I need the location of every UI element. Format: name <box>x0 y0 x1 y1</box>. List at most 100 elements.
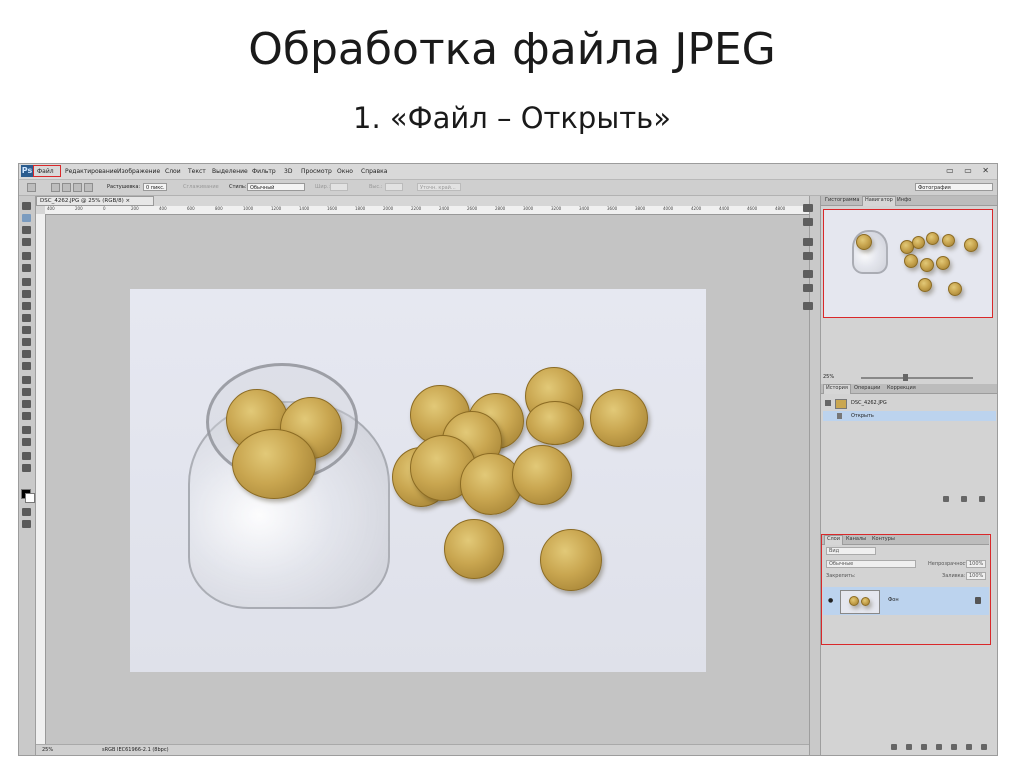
new-layer-icon[interactable] <box>966 744 972 750</box>
intersect-selection-icon[interactable] <box>84 183 93 192</box>
path-select-tool-icon[interactable] <box>22 400 31 408</box>
new-document-icon[interactable] <box>961 496 967 502</box>
coins-jar-photo[interactable] <box>130 289 706 672</box>
menu-image[interactable]: Изображение <box>117 167 160 176</box>
link-layers-icon[interactable] <box>891 744 897 750</box>
hand-tool-icon[interactable] <box>22 452 31 460</box>
eyedropper-tool-icon[interactable] <box>22 264 31 272</box>
coin <box>964 238 978 252</box>
clone-source-icon[interactable] <box>803 252 813 260</box>
color-panel-icon[interactable] <box>803 204 813 212</box>
add-selection-icon[interactable] <box>62 183 71 192</box>
collapsed-panels <box>803 204 817 374</box>
adjustment-layer-icon[interactable] <box>936 744 942 750</box>
zoom-tool-icon[interactable] <box>22 464 31 472</box>
marquee-tool-icon[interactable] <box>22 214 31 222</box>
brush-panel-icon[interactable] <box>803 238 813 246</box>
trash-icon[interactable] <box>979 496 985 502</box>
refine-edge-button[interactable]: Уточн. край... <box>417 183 461 191</box>
quick-mask-icon[interactable] <box>22 508 31 516</box>
dodge-tool-icon[interactable] <box>22 362 31 370</box>
navigator-preview[interactable] <box>823 209 993 318</box>
tab-layers[interactable]: Слои <box>824 535 843 545</box>
right-panels: Гистограмма Навигатор Инфо 25% История О… <box>820 196 997 755</box>
screen-mode-icon[interactable] <box>22 520 31 528</box>
history-brush-tool-icon[interactable] <box>22 314 31 322</box>
options-bar: Растушевка: 0 пикс. Сглаживание Стиль: О… <box>19 180 997 196</box>
type-tool-icon[interactable] <box>22 388 31 396</box>
new-group-icon[interactable] <box>951 744 957 750</box>
zoom-slider[interactable] <box>861 377 973 379</box>
new-selection-icon[interactable] <box>51 183 60 192</box>
menu-edit[interactable]: Редактирование <box>65 167 117 176</box>
ruler-tick: 4000 <box>663 206 674 211</box>
history-snapshot[interactable]: DSC_4262.JPG <box>823 396 996 410</box>
tab-history[interactable]: История <box>823 384 851 394</box>
tab-paths[interactable]: Контуры <box>870 536 897 543</box>
blend-mode-select[interactable]: Обычные <box>826 560 916 568</box>
menu-layers[interactable]: Слои <box>165 167 181 176</box>
tab-histogram[interactable]: Гистограмма <box>823 197 862 204</box>
character-panel-icon[interactable] <box>803 270 813 278</box>
background-color-swatch[interactable] <box>25 493 35 503</box>
coin <box>849 596 859 606</box>
blur-tool-icon[interactable] <box>22 350 31 358</box>
menu-view[interactable]: Просмотр <box>301 167 332 176</box>
gradient-tool-icon[interactable] <box>22 338 31 346</box>
width-input[interactable] <box>330 183 348 191</box>
tools-panel <box>19 196 36 755</box>
brush-icon <box>825 400 831 406</box>
swatches-panel-icon[interactable] <box>803 218 813 226</box>
add-mask-icon[interactable] <box>921 744 927 750</box>
subtract-selection-icon[interactable] <box>73 183 82 192</box>
tab-navigator[interactable]: Навигатор <box>862 196 896 206</box>
clone-stamp-tool-icon[interactable] <box>22 302 31 310</box>
document-tab[interactable]: DSC_4262.JPG @ 25% (RGB/8) × <box>36 196 154 206</box>
menu-type[interactable]: Текст <box>188 167 206 176</box>
3d-camera-tool-icon[interactable] <box>22 438 31 446</box>
menu-help[interactable]: Справка <box>361 167 387 176</box>
antialias-checkbox[interactable]: Сглаживание <box>183 184 219 191</box>
eye-icon[interactable]: ● <box>828 598 833 604</box>
zoom-level[interactable]: 25% <box>42 747 53 754</box>
tab-adjustments[interactable]: Коррекция <box>885 385 918 392</box>
quick-select-tool-icon[interactable] <box>22 238 31 246</box>
style-select[interactable]: Обычный <box>247 183 305 191</box>
paragraph-panel-icon[interactable] <box>803 284 813 292</box>
history-step[interactable]: Открыть <box>823 411 996 421</box>
tab-info[interactable]: Инфо <box>895 197 913 204</box>
layer-filter-select[interactable]: Вид <box>826 547 876 555</box>
marquee-tool-icon[interactable] <box>27 183 36 192</box>
opacity-input[interactable]: 100% <box>966 560 986 568</box>
layer-row[interactable]: ● Фон <box>823 587 989 615</box>
tab-channels[interactable]: Каналы <box>844 536 868 543</box>
document-canvas[interactable] <box>46 215 809 745</box>
3d-rotate-tool-icon[interactable] <box>22 426 31 434</box>
delete-layer-icon[interactable] <box>981 744 987 750</box>
window-controls[interactable]: ▭ ▭ ✕ <box>946 166 993 176</box>
history-step-label: Открыть <box>851 413 874 419</box>
pen-tool-icon[interactable] <box>22 376 31 384</box>
ruler-tick: 2400 <box>439 206 450 211</box>
zoom-slider-handle[interactable] <box>903 374 908 381</box>
menu-window[interactable]: Окно <box>337 167 353 176</box>
fx-icon[interactable] <box>906 744 912 750</box>
brush-tool-icon[interactable] <box>22 290 31 298</box>
healing-brush-tool-icon[interactable] <box>22 278 31 286</box>
workspace-select[interactable]: Фотография <box>915 183 993 191</box>
feather-input[interactable]: 0 пикс. <box>143 183 167 191</box>
shape-tool-icon[interactable] <box>22 412 31 420</box>
move-tool-icon[interactable] <box>22 202 31 210</box>
menu-3d[interactable]: 3D <box>284 167 292 176</box>
menu-filter[interactable]: Фильтр <box>252 167 276 176</box>
styles-panel-icon[interactable] <box>803 302 813 310</box>
height-input[interactable] <box>385 183 403 191</box>
lasso-tool-icon[interactable] <box>22 226 31 234</box>
new-snapshot-icon[interactable] <box>943 496 949 502</box>
crop-tool-icon[interactable] <box>22 252 31 260</box>
fill-input[interactable]: 100% <box>966 572 986 580</box>
tab-actions[interactable]: Операции <box>852 385 882 392</box>
eraser-tool-icon[interactable] <box>22 326 31 334</box>
horizontal-ruler: 400 200 0 200 400 600 800 1000 1200 1400… <box>45 206 810 215</box>
menu-select[interactable]: Выделение <box>212 167 248 176</box>
